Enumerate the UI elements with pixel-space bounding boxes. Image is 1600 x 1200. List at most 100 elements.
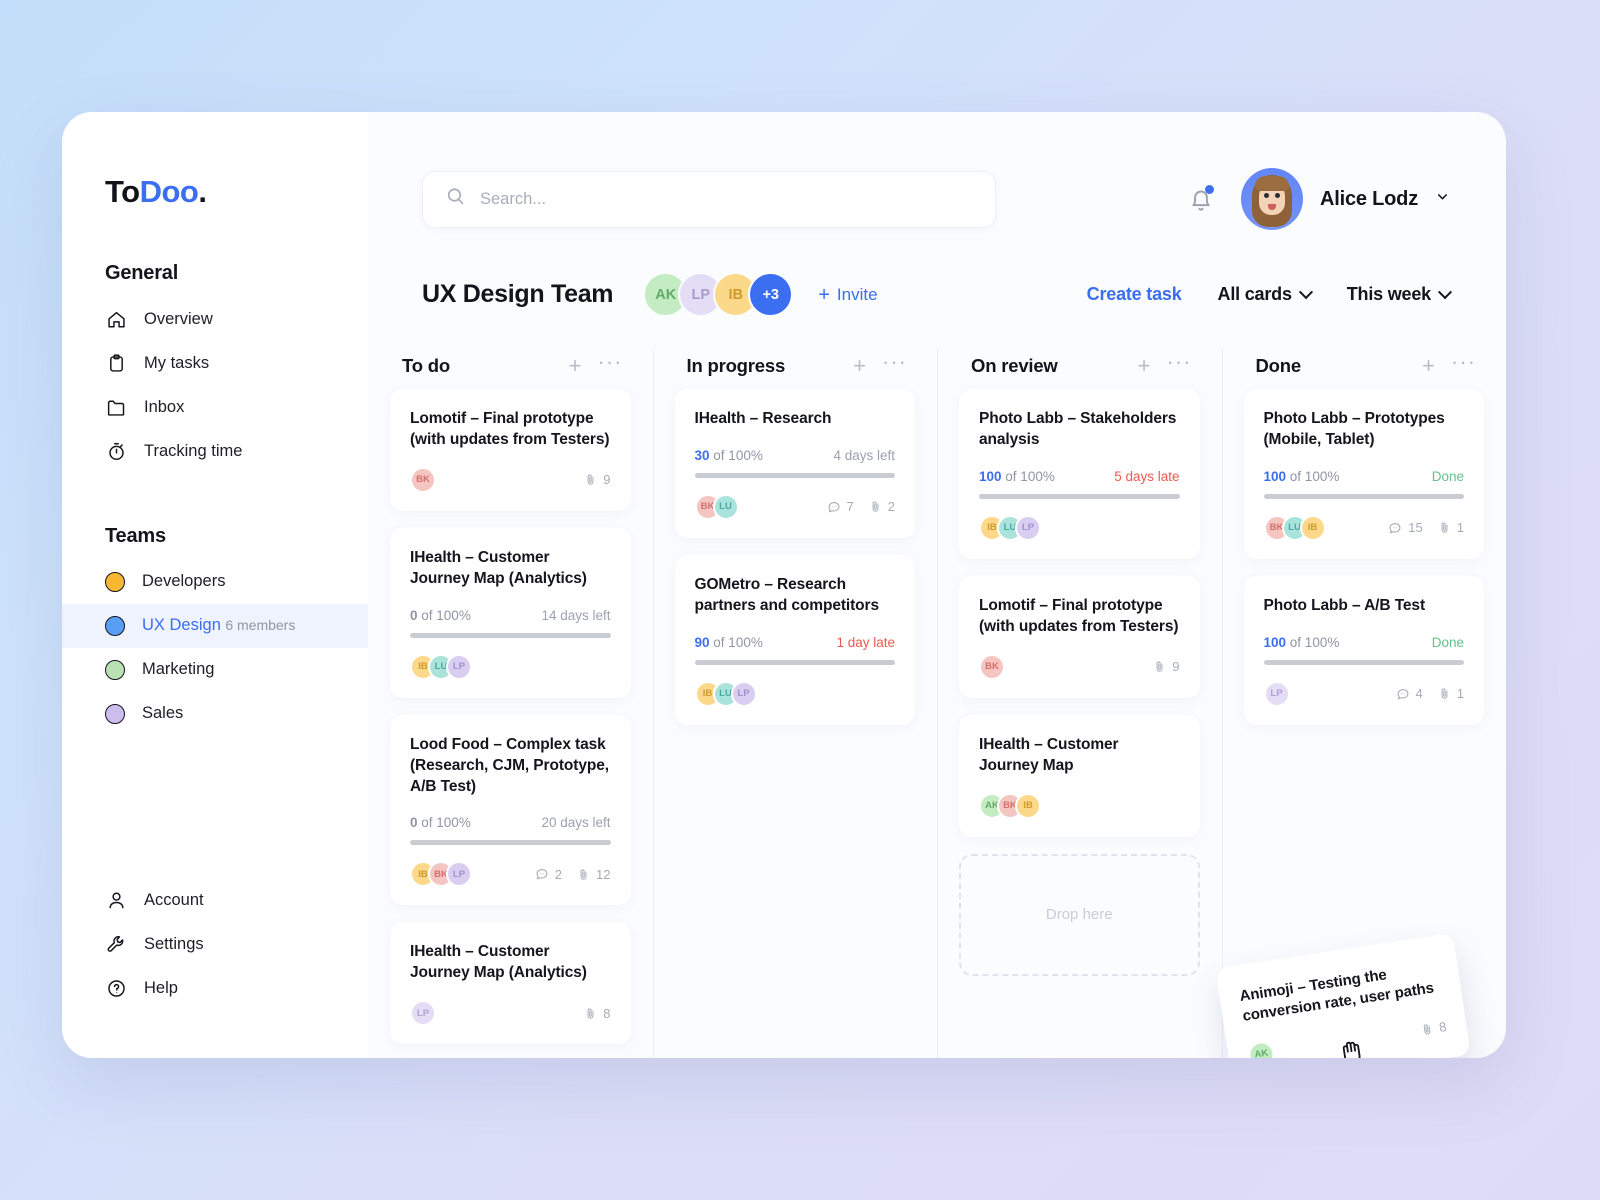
invite-button[interactable]: + Invite bbox=[818, 285, 877, 305]
card-progress-row: 90 of 100% 1 day late bbox=[695, 635, 896, 650]
attachment-count: 9 bbox=[1153, 659, 1180, 674]
assignee-avatar: BK bbox=[979, 653, 1005, 680]
card-progress-row: 100 of 100% Done bbox=[1264, 635, 1465, 650]
add-card-button[interactable]: + bbox=[569, 355, 582, 377]
task-card[interactable]: IHealth – Customer Journey Map (Analytic… bbox=[390, 527, 631, 698]
card-title: IHealth – Customer Journey Map (Analytic… bbox=[410, 943, 587, 982]
search-bar[interactable] bbox=[422, 170, 996, 228]
drop-zone[interactable]: Drop here bbox=[959, 853, 1200, 976]
comment-count: 4 bbox=[1396, 686, 1423, 701]
sidebar-item-settings[interactable]: Settings bbox=[62, 922, 368, 966]
member-chip-overflow[interactable]: +3 bbox=[748, 272, 794, 317]
column-title: To do bbox=[402, 355, 450, 376]
card-due-label: 4 days left bbox=[833, 447, 895, 463]
progress-bar bbox=[410, 632, 611, 638]
progress-label: 30 of 100% bbox=[694, 447, 763, 463]
assignee-avatar: IB bbox=[1015, 792, 1041, 819]
person-icon bbox=[105, 889, 127, 911]
card-footer: IB BK LP 2 12 bbox=[410, 861, 611, 888]
card-progress-row: 0 of 100% 14 days left bbox=[410, 608, 611, 623]
app-window: ToDoo. General Overview My tasks Inbox T… bbox=[62, 112, 1506, 1058]
column-options-button[interactable]: ··· bbox=[1167, 351, 1192, 373]
sidebar-section-teams: Teams bbox=[105, 525, 166, 547]
task-card[interactable]: GOMetro – Research partners and competit… bbox=[674, 554, 915, 725]
card-title: IHealth – Research bbox=[694, 410, 832, 427]
sidebar-team-developers[interactable]: Developers bbox=[62, 560, 368, 604]
task-card[interactable]: Photo Labb – Prototypes (Mobile, Tablet)… bbox=[1243, 389, 1484, 559]
sidebar-team-sales[interactable]: Sales bbox=[62, 692, 368, 736]
card-progress-row: 100 of 100% 5 days late bbox=[979, 469, 1180, 484]
logo-dot: . bbox=[198, 174, 207, 209]
task-card[interactable]: Lomotif – Final prototype (with updates … bbox=[390, 389, 631, 511]
card-assignees: BK LU bbox=[694, 493, 739, 520]
attachment-count: 8 bbox=[584, 1006, 611, 1021]
task-card[interactable]: Lood Food – Complex task (Research, CJM,… bbox=[390, 714, 631, 906]
filter-all-cards-dropdown[interactable]: All cards bbox=[1217, 284, 1313, 305]
sidebar-item-tracking-time[interactable]: Tracking time bbox=[62, 429, 368, 473]
sidebar-item-account[interactable]: Account bbox=[62, 878, 368, 922]
progress-label: 0 of 100% bbox=[410, 815, 471, 831]
search-icon bbox=[445, 186, 466, 212]
card-due-label: 14 days left bbox=[541, 607, 611, 623]
filter-this-week-dropdown[interactable]: This week bbox=[1347, 284, 1453, 305]
sidebar-team-ux-design[interactable]: UX Design 6 members bbox=[62, 604, 368, 648]
sidebar-item-inbox[interactable]: Inbox bbox=[62, 385, 368, 429]
add-card-button[interactable]: + bbox=[1422, 355, 1435, 377]
logo-text-blue: Doo bbox=[139, 174, 199, 209]
team-color-dot bbox=[105, 572, 125, 592]
task-card[interactable]: Photo Labb – Stakeholders analysis 100 of… bbox=[959, 389, 1200, 559]
team-member-avatars: AK LP IB +3 bbox=[643, 272, 794, 317]
column-options-button[interactable]: ··· bbox=[882, 351, 907, 373]
attachment-count: 12 bbox=[577, 867, 611, 882]
progress-bar bbox=[694, 472, 895, 478]
card-title: Photo Labb – Prototypes (Mobile, Tablet) bbox=[1263, 410, 1445, 448]
column-options-button[interactable]: ··· bbox=[1451, 351, 1476, 373]
chevron-down-icon[interactable] bbox=[1435, 189, 1450, 209]
folder-icon bbox=[105, 396, 127, 418]
column-title: Done bbox=[1255, 355, 1302, 376]
task-card[interactable]: IHealth – Customer Journey Map AK BK IB bbox=[959, 714, 1200, 837]
attachment-count: 8 bbox=[1419, 1019, 1447, 1038]
card-title: Lood Food – Complex task (Research, CJM,… bbox=[410, 735, 609, 795]
column-header: To do + ··· bbox=[390, 343, 631, 389]
sidebar-team-marketing[interactable]: Marketing bbox=[62, 648, 368, 692]
card-title: IHealth – Customer Journey Map (Analytic… bbox=[410, 548, 587, 587]
progress-bar bbox=[1263, 659, 1464, 665]
assignee-avatar: BK bbox=[410, 466, 436, 493]
card-title: GOMetro – Research partners and competit… bbox=[694, 575, 880, 614]
task-card[interactable]: IHealth – Research 30 of 100% 4 days left B… bbox=[674, 389, 915, 538]
assignee-avatar: LP bbox=[1015, 514, 1041, 541]
assignee-avatar: LP bbox=[730, 680, 757, 707]
create-task-button[interactable]: Create task bbox=[1087, 284, 1182, 305]
column-title: In progress bbox=[686, 355, 786, 376]
user-menu[interactable]: Alice Lodz bbox=[1240, 168, 1450, 230]
column-header: On review + ··· bbox=[959, 343, 1200, 389]
add-card-button[interactable]: + bbox=[853, 355, 866, 377]
team-color-dot bbox=[105, 616, 125, 636]
card-due-label: 5 days late bbox=[1114, 468, 1180, 484]
logo-text-dark: To bbox=[105, 174, 140, 209]
task-card[interactable]: Lomotif – Final prototype (with updates … bbox=[959, 575, 1200, 698]
sidebar-item-my-tasks[interactable]: My tasks bbox=[62, 341, 368, 385]
card-meta: 8 bbox=[1419, 1019, 1447, 1038]
column-options-button[interactable]: ··· bbox=[598, 351, 623, 373]
app-logo[interactable]: ToDoo. bbox=[105, 174, 368, 210]
progress-label: 100 of 100% bbox=[979, 468, 1055, 484]
notifications-bell-icon[interactable] bbox=[1187, 184, 1215, 214]
filter-all-cards-label: All cards bbox=[1217, 284, 1292, 304]
sidebar-item-label: My tasks bbox=[144, 353, 210, 372]
attachment-count: 2 bbox=[869, 499, 895, 514]
clipboard-icon bbox=[105, 352, 127, 374]
task-card[interactable]: IHealth – Customer Journey Map (Analytic… bbox=[390, 922, 631, 1045]
card-title: Photo Labb – Stakeholders analysis bbox=[979, 410, 1177, 448]
sidebar-item-help[interactable]: Help bbox=[62, 966, 368, 1010]
assignee-avatar: LU bbox=[712, 493, 739, 520]
add-card-button[interactable]: + bbox=[1138, 355, 1151, 377]
invite-label: Invite bbox=[836, 284, 878, 304]
task-card[interactable]: Photo Labb – A/B Test 100 of 100% Done LP 4 1 bbox=[1243, 575, 1484, 725]
sidebar-item-overview[interactable]: Overview bbox=[62, 297, 368, 341]
card-title: IHealth – Customer Journey Map bbox=[979, 735, 1119, 774]
search-input[interactable] bbox=[480, 189, 973, 209]
sidebar-team-label: Marketing bbox=[142, 660, 215, 678]
progress-bar bbox=[410, 840, 611, 846]
